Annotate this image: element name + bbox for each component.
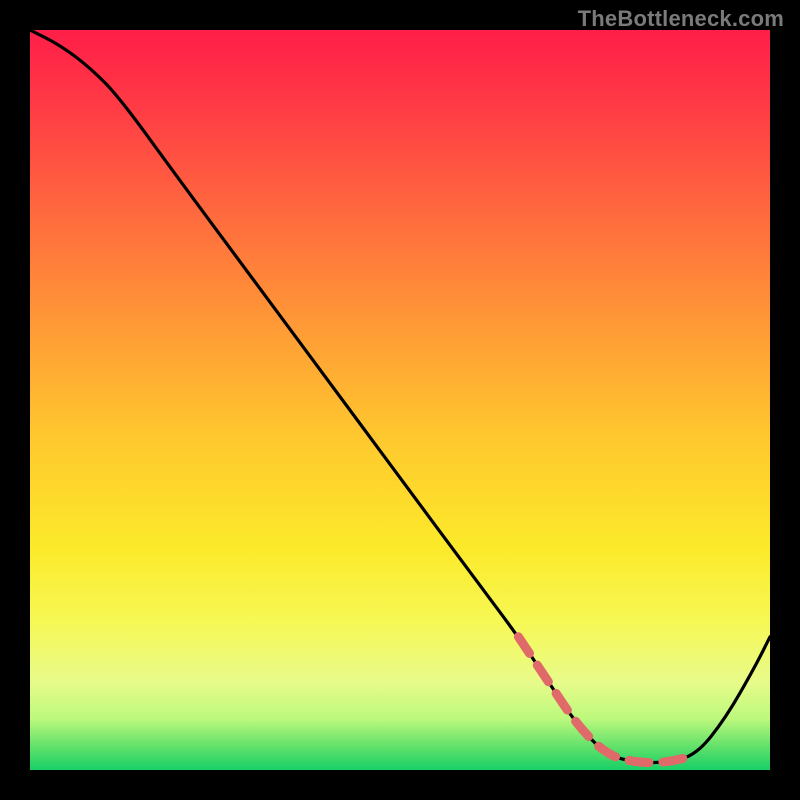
plot-area xyxy=(30,30,770,770)
curve-path xyxy=(30,30,770,763)
chart-frame: TheBottleneck.com xyxy=(0,0,800,800)
watermark-text: TheBottleneck.com xyxy=(578,6,784,32)
bottleneck-curve xyxy=(30,30,770,770)
curve-dashed-segment xyxy=(518,637,696,763)
